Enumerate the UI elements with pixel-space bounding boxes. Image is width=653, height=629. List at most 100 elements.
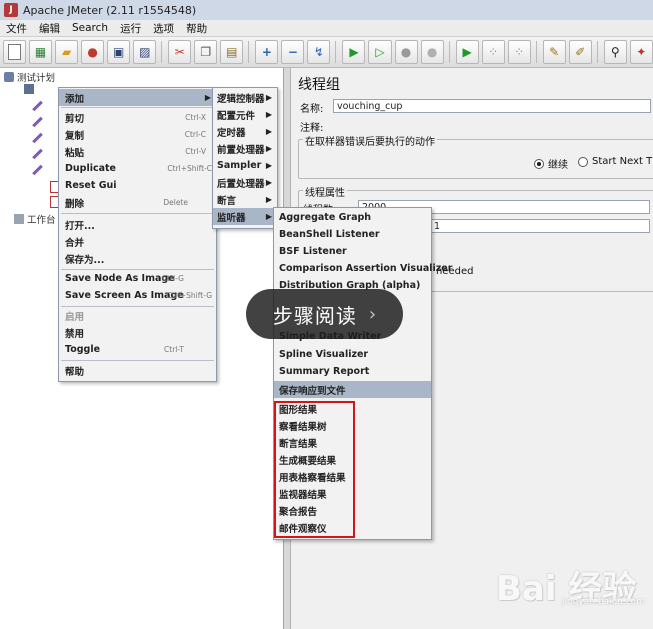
menu-separator [61, 213, 214, 214]
listener-item-aggregate-graph[interactable]: Aggregate Graph [274, 209, 431, 226]
menu-item-save-screen-image[interactable]: Save Screen As Image Ctrl+Shift-G [59, 287, 216, 304]
menu-item-save-as[interactable]: 保存为... [59, 250, 216, 267]
listener-item-save-responses[interactable]: 保存响应到文件 [274, 381, 431, 398]
submenu-item-timer[interactable]: 定时器 ▶ [213, 123, 277, 140]
submenu-item-assertion[interactable]: 断言 ▶ [213, 191, 277, 208]
submenu-arrow-icon: ▶ [265, 195, 272, 204]
close-icon[interactable]: ● [81, 40, 105, 64]
continue-radio[interactable]: 继续 [534, 156, 568, 171]
submenu-item-post-processor[interactable]: 后置处理器 ▶ [213, 174, 277, 191]
menu-item-duplicate[interactable]: Duplicate Ctrl+Shift-C [59, 160, 216, 177]
shutdown-icon[interactable]: ● [420, 40, 444, 64]
menu-item-label: Save Node As Image [65, 273, 175, 284]
menu-item-delete[interactable]: 删除 Delete [59, 194, 216, 211]
menu-item-open[interactable]: 打开... [59, 216, 216, 233]
menu-item-label: 保存响应到文件 [279, 385, 346, 397]
submenu-item-pre-processor[interactable]: 前置处理器 ▶ [213, 140, 277, 157]
submenu-arrow-icon: ▶ [265, 127, 272, 136]
listener-item-summary-report[interactable]: Summary Report [274, 363, 431, 380]
menu-item-cut[interactable]: 剪切 Ctrl-X [59, 109, 216, 126]
listener-item-bsf[interactable]: BSF Listener [274, 243, 431, 260]
menu-item-copy[interactable]: 复制 Ctrl-C [59, 126, 216, 143]
name-field[interactable]: vouching_cup [333, 99, 651, 113]
submenu-item-listener[interactable]: 监听器 ▶ [213, 208, 277, 225]
reset-search-icon[interactable]: ✦ [629, 40, 653, 64]
save-icon[interactable]: ▣ [107, 40, 131, 64]
collapse-icon[interactable]: − [281, 40, 305, 64]
step-reading-button[interactable]: 步骤阅读 › [246, 289, 403, 339]
search-icon[interactable]: ⚲ [603, 40, 627, 64]
tree-node-thread-group[interactable] [24, 84, 37, 94]
add-submenu: 逻辑控制器 ▶ 配置元件 ▶ 定时器 ▶ 前置处理器 ▶ Sampler ▶ 后置处理器 ▶… [212, 87, 278, 229]
tree-node-child[interactable] [32, 100, 43, 112]
menu-help[interactable]: 帮助 [180, 21, 213, 36]
clear-all-icon[interactable]: ✐ [568, 40, 592, 64]
comment-label: 注释: [300, 123, 324, 134]
menu-file[interactable]: 文件 [0, 21, 33, 36]
paste-icon[interactable]: ▤ [220, 40, 244, 64]
menu-item-label: BeanShell Listener [279, 229, 380, 240]
menu-item-disable[interactable]: 禁用 [59, 324, 216, 341]
baidu-watermark: Bai 经验 jingyan.baidu.com [496, 561, 645, 610]
start-icon[interactable]: ▶ [342, 40, 366, 64]
tree-node-label: 工作台 [27, 215, 56, 226]
clear-icon[interactable]: ✎ [542, 40, 566, 64]
ramp-up-field[interactable]: 1 [430, 219, 650, 233]
menu-item-label: Save Screen As Image [65, 290, 184, 301]
save-as-icon[interactable]: ▨ [133, 40, 157, 64]
menu-item-shortcut: Ctrl+Shift-G [166, 291, 212, 300]
menu-bar: 文件 编辑 Search 运行 选项 帮助 [0, 20, 653, 37]
listener-item-comparison-assertion[interactable]: Comparison Assertion Visualizer [274, 260, 452, 277]
menu-search[interactable]: Search [66, 22, 114, 34]
new-icon[interactable] [3, 40, 27, 64]
toggle-icon[interactable]: ↯ [307, 40, 331, 64]
menu-item-toggle[interactable]: Toggle Ctrl-T [59, 341, 216, 358]
open-icon[interactable]: ▰ [55, 40, 79, 64]
menu-edit[interactable]: 编辑 [33, 21, 66, 36]
menu-item-reset-gui[interactable]: Reset Gui [59, 177, 216, 194]
tree-node-test-plan[interactable]: 测试计划 [4, 70, 55, 84]
watermark-url: jingyan.baidu.com [562, 597, 646, 607]
menu-item-label: 禁用 [65, 328, 85, 340]
listener-item-spline-visualizer[interactable]: Spline Visualizer [274, 346, 431, 363]
submenu-arrow-icon: ▶ [265, 93, 272, 102]
chevron-right-icon: › [368, 303, 377, 325]
menu-item-label: 粘贴 [65, 147, 85, 159]
menu-item-enable[interactable]: 启用 [59, 307, 216, 324]
tree-node-child[interactable] [32, 164, 43, 176]
tree-node-child[interactable] [32, 116, 43, 128]
thread-properties-title: 线程属性 [303, 184, 347, 199]
start-no-pause-icon[interactable]: ▷ [368, 40, 392, 64]
toolbar-separator [596, 41, 598, 63]
menu-item-merge[interactable]: 合并 [59, 233, 216, 250]
templates-icon[interactable]: ▦ [29, 40, 53, 64]
submenu-item-sampler[interactable]: Sampler ▶ [213, 157, 277, 174]
copy-icon[interactable]: ❐ [194, 40, 218, 64]
remote-stop-icon[interactable]: ⁘ [481, 40, 505, 64]
jmeter-app-icon: J [4, 3, 18, 17]
submenu-arrow-icon: ▶ [265, 144, 272, 153]
toolbar: ▦ ▰ ● ▣ ▨ ✂ ❐ ▤ + − ↯ ▶ ▷ ● ● ▶ ⁘ ⁘ ✎ ✐ … [0, 37, 653, 68]
remote-start-icon[interactable]: ▶ [455, 40, 479, 64]
remote-exit-icon[interactable]: ⁘ [507, 40, 531, 64]
tree-node-child[interactable] [32, 148, 43, 160]
menu-item-paste[interactable]: 粘贴 Ctrl-V [59, 143, 216, 160]
menu-run[interactable]: 运行 [114, 21, 147, 36]
menu-item-label: Toggle [65, 344, 101, 355]
menu-item-help[interactable]: 帮助 [59, 362, 216, 379]
cut-icon[interactable]: ✂ [168, 40, 192, 64]
stop-icon[interactable]: ● [394, 40, 418, 64]
listener-item-beanshell[interactable]: BeanShell Listener [274, 226, 431, 243]
menu-item-save-node-image[interactable]: Save Node As Image Ctrl-G [59, 270, 216, 287]
context-menu: 添加 ▶ 剪切 Ctrl-X 复制 Ctrl-C 粘贴 Ctrl-V Duplicate… [58, 87, 217, 382]
menu-options[interactable]: 选项 [147, 21, 180, 36]
submenu-item-logic-controller[interactable]: 逻辑控制器 ▶ [213, 89, 277, 106]
toolbar-separator [535, 41, 537, 63]
tree-node-child[interactable] [32, 132, 43, 144]
start-next-radio[interactable]: Start Next Thr [578, 156, 653, 167]
menu-item-add[interactable]: 添加 ▶ [59, 89, 216, 106]
menu-item-label: Aggregate Graph [279, 212, 372, 223]
submenu-item-config-element[interactable]: 配置元件 ▶ [213, 106, 277, 123]
tree-node-workbench[interactable]: 工作台 [14, 212, 56, 226]
expand-icon[interactable]: + [255, 40, 279, 64]
